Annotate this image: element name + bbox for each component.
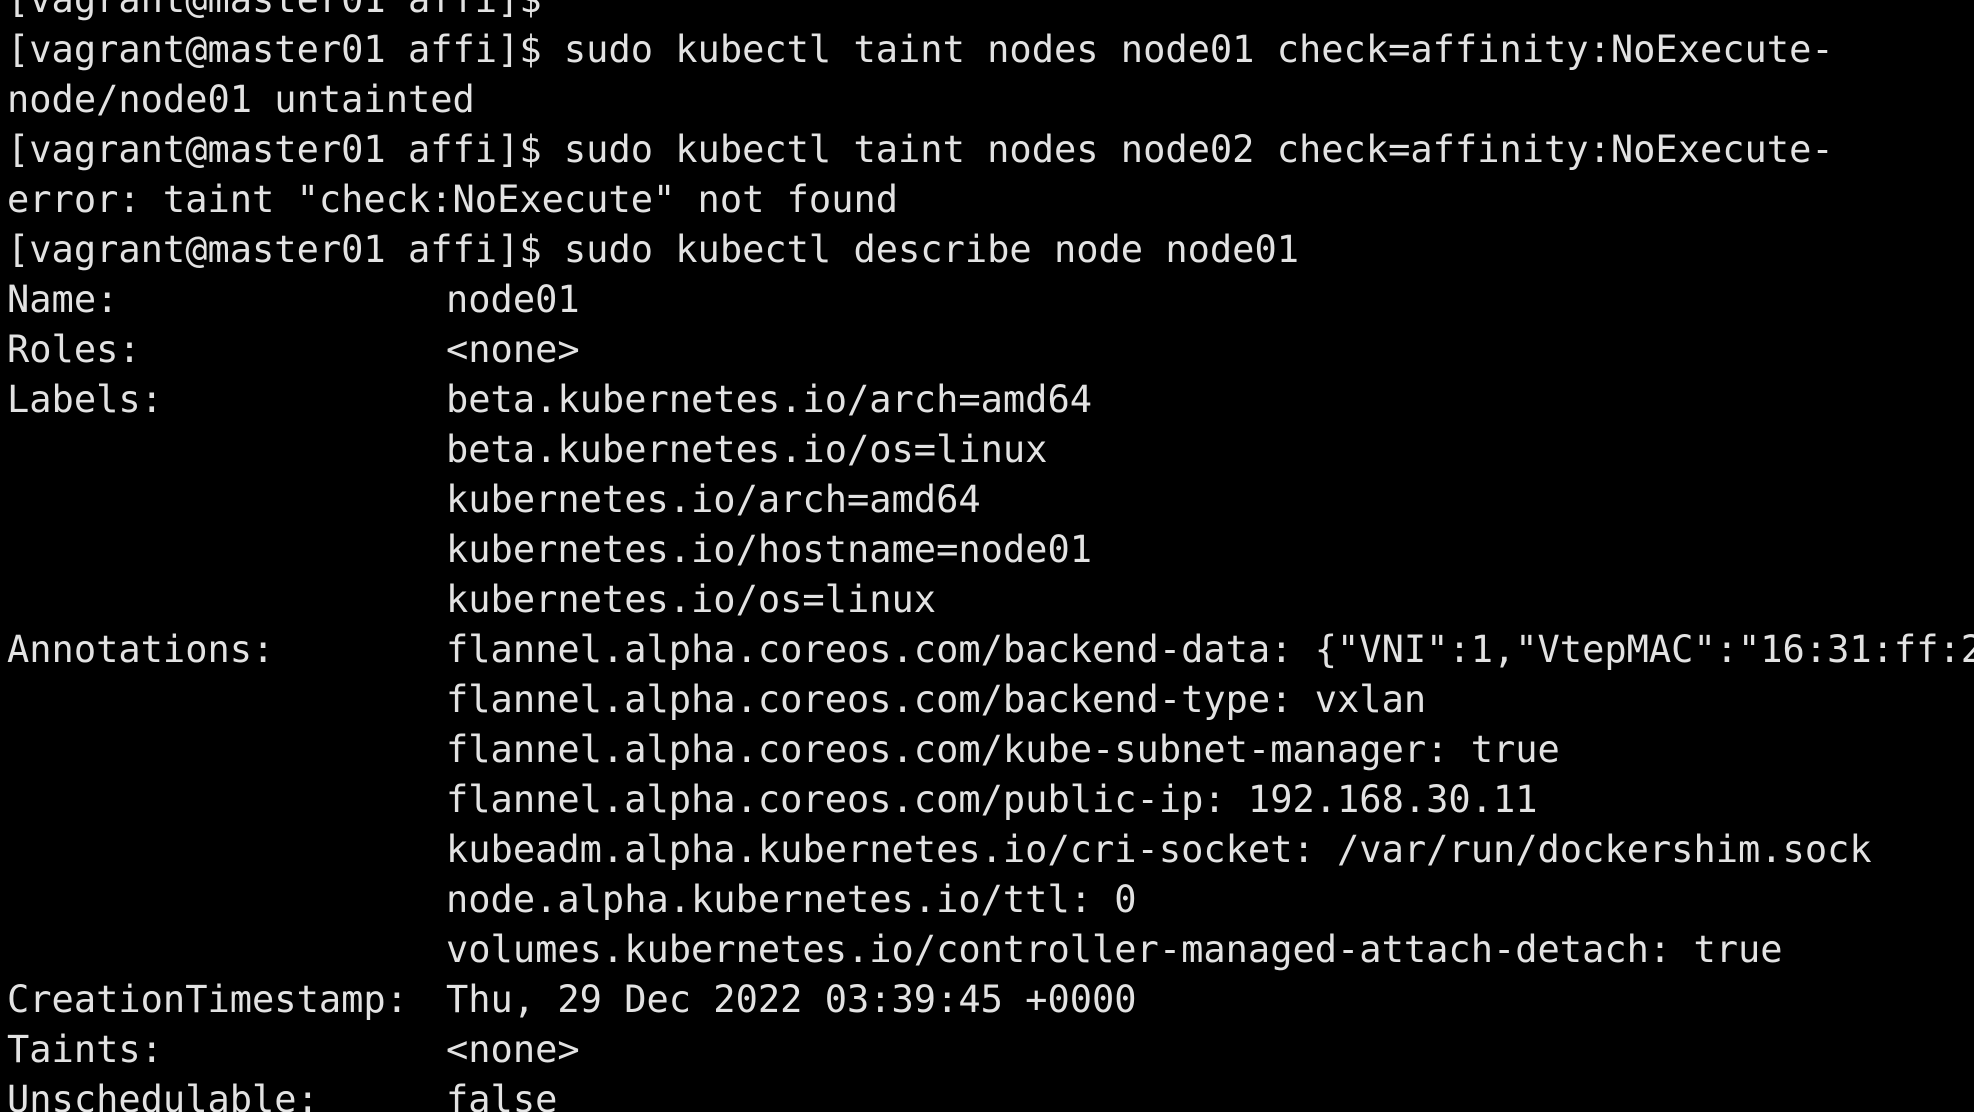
describe-field-row: Unschedulable: false — [7, 1075, 1834, 1112]
describe-field-row: flannel.alpha.coreos.com/public-ip: 192.… — [7, 775, 1834, 825]
field-key: Roles: — [7, 328, 141, 371]
field-value: kubernetes.io/os=linux — [446, 578, 937, 621]
field-value: kubernetes.io/hostname=node01 — [446, 528, 1093, 571]
field-key: CreationTimestamp: — [7, 978, 408, 1021]
describe-field-row: flannel.alpha.coreos.com/backend-type: v… — [7, 675, 1834, 725]
field-value: flannel.alpha.coreos.com/kube-subnet-man… — [446, 728, 1560, 771]
describe-field-row: CreationTimestamp: Thu, 29 Dec 2022 03:39… — [7, 975, 1834, 1025]
describe-field-row: Annotations: flannel.alpha.coreos.com/bac… — [7, 625, 1974, 675]
field-value: beta.kubernetes.io/os=linux — [446, 428, 1048, 471]
command-line: [vagrant@master01 affi]$ sudo kubectl ta… — [7, 28, 1834, 71]
describe-field-row: kubernetes.io/arch=amd64 — [7, 475, 1834, 525]
describe-field-row: Name: node01 — [7, 275, 1834, 325]
field-key: Annotations: — [7, 628, 275, 671]
describe-field-row: kubernetes.io/os=linux — [7, 575, 1834, 625]
field-value: node.alpha.kubernetes.io/ttl: 0 — [446, 878, 1137, 921]
field-value: flannel.alpha.coreos.com/public-ip: 192.… — [446, 778, 1538, 821]
field-value: <none> — [446, 328, 580, 371]
terminal-window[interactable]: [vagrant@master01 affi]$ [vagrant@master0… — [0, 0, 1974, 1112]
field-value: <none> — [446, 1028, 580, 1071]
command-line: [vagrant@master01 affi]$ — [7, 0, 1834, 25]
describe-field-row: kubernetes.io/hostname=node01 — [7, 525, 1834, 575]
field-value: Thu, 29 Dec 2022 03:39:45 +0000 — [446, 978, 1137, 1021]
describe-field-row: Taints: <none> — [7, 1025, 1834, 1075]
field-key: Labels: — [7, 378, 163, 421]
describe-field-row: node.alpha.kubernetes.io/ttl: 0 — [7, 875, 1834, 925]
field-key: Unschedulable: — [7, 1078, 319, 1112]
describe-field-row: Roles: <none> — [7, 325, 1834, 375]
field-value: false — [446, 1078, 558, 1112]
describe-field-row: flannel.alpha.coreos.com/kube-subnet-man… — [7, 725, 1834, 775]
field-value: node01 — [446, 278, 580, 321]
output-line: error: taint "check:NoExecute" not found — [7, 178, 899, 221]
describe-field-row: Labels: beta.kubernetes.io/arch=amd64 — [7, 375, 1834, 425]
describe-field-row: kubeadm.alpha.kubernetes.io/cri-socket: … — [7, 825, 1872, 875]
command-line: [vagrant@master01 affi]$ sudo kubectl ta… — [7, 128, 1834, 171]
terminal-output: [vagrant@master01 affi]$ [vagrant@master0… — [7, 0, 1974, 1112]
field-value: kubeadm.alpha.kubernetes.io/cri-socket: … — [446, 828, 1872, 871]
describe-field-row: volumes.kubernetes.io/controller-managed… — [7, 925, 1834, 975]
field-value: beta.kubernetes.io/arch=amd64 — [446, 378, 1093, 421]
field-value: flannel.alpha.coreos.com/backend-data: {… — [446, 628, 1974, 671]
field-key: Name: — [7, 278, 119, 321]
field-value: kubernetes.io/arch=amd64 — [446, 478, 981, 521]
command-line: [vagrant@master01 affi]$ sudo kubectl de… — [7, 228, 1300, 271]
output-line: node/node01 untainted — [7, 78, 475, 121]
describe-field-row: beta.kubernetes.io/os=linux — [7, 425, 1834, 475]
field-value: flannel.alpha.coreos.com/backend-type: v… — [446, 678, 1427, 721]
field-key: Taints: — [7, 1028, 163, 1071]
field-value: volumes.kubernetes.io/controller-managed… — [446, 928, 1783, 971]
